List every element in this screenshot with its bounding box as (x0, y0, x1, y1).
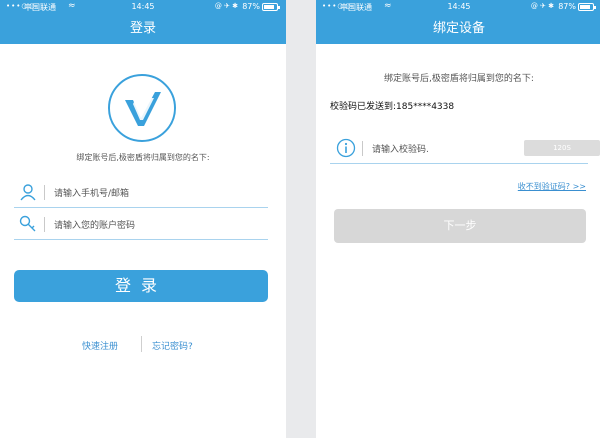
battery-icon (262, 3, 280, 11)
verification-code-input[interactable]: 请输入校验码. 120S (330, 134, 600, 164)
status-icons: @ ✈ ✱ (214, 2, 238, 10)
status-bar: •••○○ 中国联通 ≈ 14:45 @ ✈ ✱ 87% (316, 0, 600, 14)
link-divider (141, 336, 142, 352)
app-logo (108, 74, 176, 142)
field-divider (362, 141, 363, 156)
bind-slogan: 绑定账号后,极密盾将归属到您的名下: (384, 74, 534, 84)
key-icon (19, 215, 36, 232)
login-button[interactable]: 登录 (14, 270, 268, 302)
resend-countdown-button[interactable]: 120S (524, 140, 600, 156)
no-code-link[interactable]: 收不到验证码? >> (518, 181, 586, 192)
password-input[interactable]: 请输入您的账户密码 (14, 210, 268, 240)
bind-device-screen: •••○○ 中国联通 ≈ 14:45 @ ✈ ✱ 87% 绑定设备 绑定账号后,… (316, 0, 600, 438)
forgot-password-link[interactable]: 忘记密码? (152, 339, 193, 352)
checkmark-logo-icon (125, 92, 161, 126)
battery-percent: 87% (558, 2, 576, 11)
register-link[interactable]: 快速注册 (82, 339, 118, 352)
status-icons: @ ✈ ✱ (530, 2, 554, 10)
user-icon (20, 184, 36, 201)
nav-bar: 登录 (0, 14, 286, 44)
field-divider (44, 217, 45, 232)
nav-bar: 绑定设备 (316, 14, 600, 44)
page-title: 登录 (129, 21, 156, 36)
page-title: 绑定设备 (432, 21, 485, 36)
login-screen: •••○○ 中国联通 ≈ 14:45 @ ✈ ✱ 87% 登录 绑定账号后,极密… (0, 0, 286, 438)
password-placeholder: 请输入您的账户密码 (54, 221, 136, 231)
code-placeholder: 请输入校验码. (372, 145, 429, 155)
login-slogan: 绑定账号后,极密盾将归属到您的名下: (76, 153, 210, 162)
phone-email-input[interactable]: 请输入手机号/邮箱 (14, 178, 268, 208)
next-step-button[interactable]: 下一步 (334, 209, 586, 243)
battery-percent: 87% (242, 2, 260, 11)
battery-icon (578, 3, 596, 11)
status-bar: •••○○ 中国联通 ≈ 14:45 @ ✈ ✱ 87% (0, 0, 286, 14)
phone-email-placeholder: 请输入手机号/邮箱 (54, 189, 130, 199)
code-sent-notice: 校验码已发送到:185****4338 (330, 102, 455, 112)
field-divider (44, 185, 45, 200)
info-icon (336, 138, 356, 158)
